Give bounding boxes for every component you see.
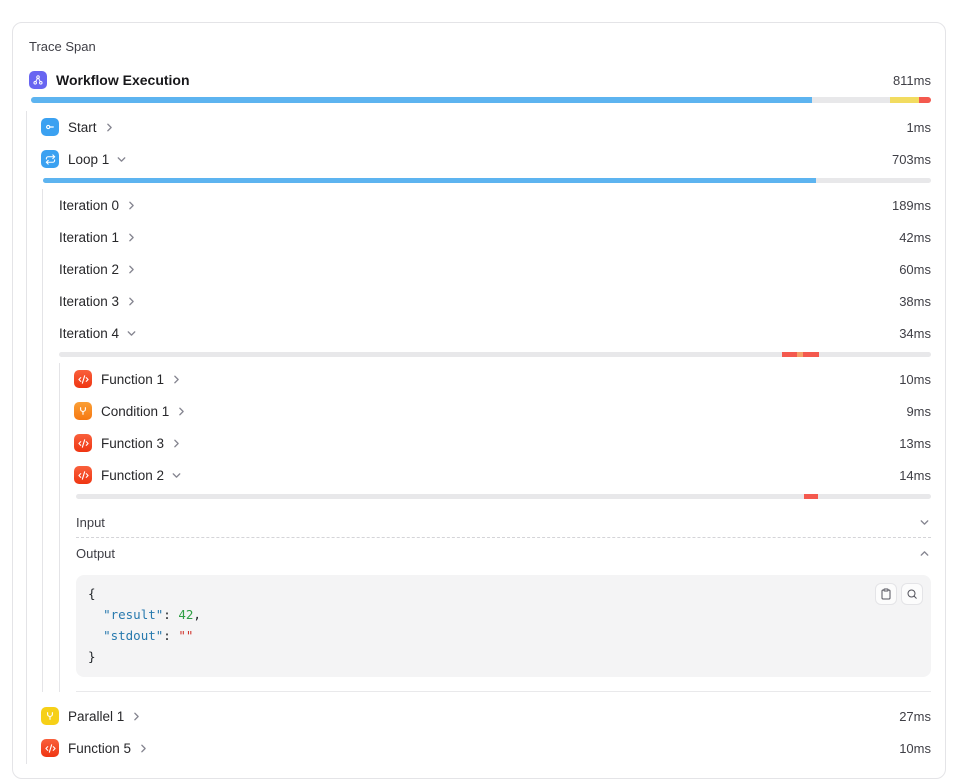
search-button[interactable]: [901, 583, 923, 605]
loop-children: Iteration 0 189ms Iteration 1 42ms Itera…: [42, 189, 931, 692]
span-row-function-2[interactable]: Function 2 14ms: [74, 459, 931, 491]
code-line: "stdout": "": [88, 625, 917, 646]
chevron-right-icon: [137, 742, 150, 755]
function-icon: [74, 370, 92, 388]
span-label: Iteration 4: [59, 326, 119, 341]
span-label: Workflow Execution: [56, 72, 190, 88]
span-label: Start: [68, 120, 97, 135]
span-label: Iteration 2: [59, 262, 119, 277]
code-line: "result": 42,: [88, 604, 917, 625]
span-row-iteration-1[interactable]: Iteration 1 42ms: [59, 221, 931, 253]
span-duration: 34ms: [899, 326, 931, 341]
span-row-start[interactable]: Start 1ms: [41, 111, 931, 143]
span-duration: 42ms: [899, 230, 931, 245]
span-duration: 1ms: [906, 120, 931, 135]
span-row-condition-1[interactable]: Condition 1 9ms: [74, 395, 931, 427]
output-section-header[interactable]: Output: [76, 538, 931, 569]
chevron-right-icon: [103, 121, 116, 134]
code-actions: [875, 583, 923, 605]
span-row-iteration-0[interactable]: Iteration 0 189ms: [59, 189, 931, 221]
chevron-right-icon: [175, 405, 188, 418]
span-row-parallel-1[interactable]: Parallel 1 27ms: [41, 700, 931, 732]
search-icon: [906, 588, 918, 600]
chevron-right-icon: [125, 295, 138, 308]
span-label: Parallel 1: [68, 709, 124, 724]
chevron-down-icon: [115, 153, 128, 166]
function-icon: [74, 434, 92, 452]
chevron-down-icon: [125, 327, 138, 340]
chevron-up-icon: [918, 547, 931, 560]
span-duration: 14ms: [899, 468, 931, 483]
copy-button[interactable]: [875, 583, 897, 605]
span-duration: 13ms: [899, 436, 931, 451]
condition-branch-icon: [74, 402, 92, 420]
chevron-down-icon: [170, 469, 183, 482]
span-label: Iteration 1: [59, 230, 119, 245]
span-row-loop-1[interactable]: Loop 1 703ms: [41, 143, 931, 175]
code-line: {: [88, 583, 917, 604]
iteration-4-timeline-bar: [59, 352, 931, 357]
workflow-children: Start 1ms Loop 1 703ms Iteration 0 189ms: [26, 111, 931, 764]
span-label: Condition 1: [101, 404, 169, 419]
span-row-function-5[interactable]: Function 5 10ms: [41, 732, 931, 764]
span-label: Loop 1: [68, 152, 109, 167]
span-duration: 10ms: [899, 741, 931, 756]
span-duration: 38ms: [899, 294, 931, 309]
span-duration: 60ms: [899, 262, 931, 277]
function-icon: [41, 739, 59, 757]
function-2-timeline-bar: [76, 494, 931, 499]
span-row-iteration-3[interactable]: Iteration 3 38ms: [59, 285, 931, 317]
span-duration: 10ms: [899, 372, 931, 387]
span-duration: 189ms: [892, 198, 931, 213]
loop-timeline-bar: [43, 178, 931, 183]
workflow-timeline-bar: [31, 97, 931, 103]
input-label: Input: [76, 515, 105, 530]
parallel-branch-icon: [41, 707, 59, 725]
span-duration: 703ms: [892, 152, 931, 167]
span-label: Function 1: [101, 372, 164, 387]
span-row-iteration-2[interactable]: Iteration 2 60ms: [59, 253, 931, 285]
iteration-4-children: Function 1 10ms Condition 1 9ms: [59, 363, 931, 692]
loop-icon: [41, 150, 59, 168]
span-row-function-1[interactable]: Function 1 10ms: [74, 363, 931, 395]
output-label: Output: [76, 546, 115, 561]
span-label: Function 2: [101, 468, 164, 483]
chevron-down-icon: [918, 516, 931, 529]
chevron-right-icon: [130, 710, 143, 723]
chevron-right-icon: [125, 263, 138, 276]
chevron-right-icon: [170, 437, 183, 450]
panel-title: Trace Span: [29, 39, 931, 54]
span-duration: 27ms: [899, 709, 931, 724]
function-icon: [74, 466, 92, 484]
code-line: }: [88, 646, 917, 667]
input-section-header[interactable]: Input: [76, 507, 931, 538]
span-label: Iteration 3: [59, 294, 119, 309]
chevron-right-icon: [170, 373, 183, 386]
span-row-function-3[interactable]: Function 3 13ms: [74, 427, 931, 459]
span-row-iteration-4[interactable]: Iteration 4 34ms: [59, 317, 931, 349]
span-row-workflow-execution[interactable]: Workflow Execution 811ms: [29, 66, 931, 94]
output-json-code-block: { "result": 42, "stdout": "" }: [76, 575, 931, 677]
function-2-details: Input Output: [76, 507, 931, 692]
chevron-right-icon: [125, 199, 138, 212]
clipboard-icon: [880, 588, 892, 600]
span-label: Function 5: [68, 741, 131, 756]
trace-span-panel: Trace Span Workflow Execution 811ms Star…: [12, 22, 946, 779]
start-step-icon: [41, 118, 59, 136]
span-label: Function 3: [101, 436, 164, 451]
span-duration: 9ms: [906, 404, 931, 419]
workflow-icon: [29, 71, 47, 89]
chevron-right-icon: [125, 231, 138, 244]
span-duration: 811ms: [893, 73, 931, 88]
span-label: Iteration 0: [59, 198, 119, 213]
